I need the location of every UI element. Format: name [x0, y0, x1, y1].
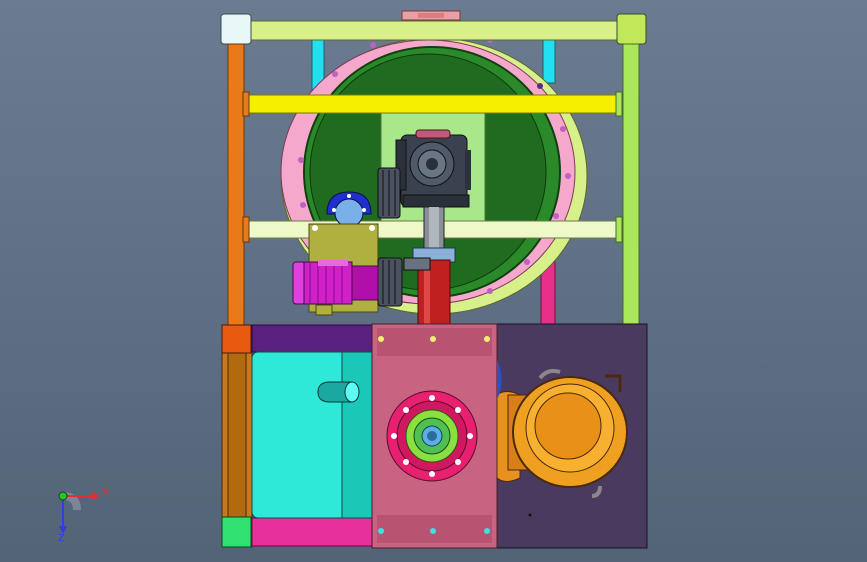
z-axis-label: Z	[58, 533, 65, 544]
electric-motor	[292, 260, 379, 305]
lower-corner-top-left	[221, 324, 252, 354]
frame-post-left	[227, 43, 245, 327]
lower-top-rail	[251, 324, 373, 353]
x-axis-label: X	[102, 487, 109, 498]
frame-corner-top-right	[616, 13, 647, 45]
lower-corner-bottom-left	[221, 516, 252, 548]
frame-corner-top-left	[220, 13, 252, 45]
gearbox	[395, 129, 471, 208]
bearing-flange	[386, 390, 478, 482]
frame-top-beam	[235, 20, 633, 41]
axis-triad: X Z	[44, 478, 114, 546]
rear-post-cyan-right	[542, 37, 556, 84]
pulley-upper	[377, 167, 401, 219]
assembly-model[interactable]	[0, 0, 867, 562]
cad-viewport[interactable]: X Z	[0, 0, 867, 562]
y-axis-dot	[58, 491, 68, 501]
cyan-panel-handle	[317, 381, 360, 403]
lower-bottom-rail	[251, 517, 373, 547]
frame-cross-beam-yellow	[245, 94, 619, 114]
frame-post-right	[622, 43, 640, 327]
